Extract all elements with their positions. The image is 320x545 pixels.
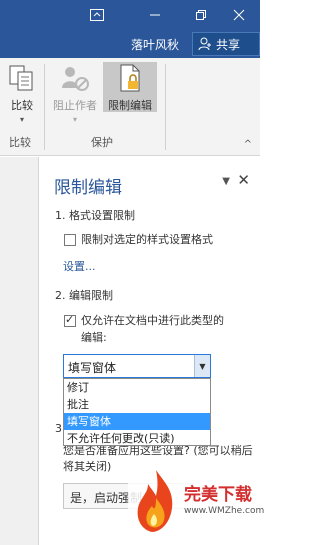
user-name[interactable]: 落叶风秋 xyxy=(131,36,179,53)
group-protect: 阻止作者 ▾ 限制编辑 保护 xyxy=(45,58,165,156)
compare-label: 比较 xyxy=(11,99,33,112)
pane-options-icon[interactable]: ▼ xyxy=(222,176,230,187)
block-authors-icon xyxy=(59,62,91,94)
edit-type-select[interactable]: 填写窗体 ▼ xyxy=(63,354,211,378)
group-label-compare: 比较 xyxy=(9,136,31,149)
section-start-number: 3 xyxy=(55,422,62,435)
edit-type-value: 填写窗体 xyxy=(68,361,117,375)
restore-icon[interactable] xyxy=(186,0,216,30)
section-format-title: 1. 格式设置限制 xyxy=(55,209,135,222)
minimize-icon[interactable] xyxy=(140,0,170,30)
close-icon[interactable] xyxy=(224,0,254,30)
pane-title: 限制编辑 xyxy=(54,178,122,198)
block-authors-button[interactable]: 阻止作者 ▾ xyxy=(53,62,97,124)
ribbon: 比较 ▾ 比较 阻止作者 ▾ 限制编辑 保护 ^ xyxy=(0,58,260,156)
option-filling-forms[interactable]: 填写窗体 xyxy=(64,413,210,430)
block-authors-dropdown-icon[interactable]: ▾ xyxy=(73,115,77,124)
flame-logo-icon xyxy=(137,470,173,532)
restrict-editing-icon xyxy=(114,62,146,94)
restrict-editing-label: 限制编辑 xyxy=(108,99,152,112)
dropdown-arrow-icon[interactable]: ▼ xyxy=(194,355,210,377)
watermark-brand: 完美下载 xyxy=(184,485,252,505)
watermark: 完美下载 www.WMZhe.com xyxy=(128,456,264,545)
share-label: 共享 xyxy=(216,37,241,52)
option-no-changes[interactable]: 不允许任何更改(只读) xyxy=(64,430,210,447)
group-compare: 比较 ▾ 比较 xyxy=(0,58,44,156)
edit-restriction-checkbox[interactable] xyxy=(64,313,76,327)
pane-close-icon[interactable]: ✕ xyxy=(237,171,250,189)
section-edit-title: 2. 编辑限制 xyxy=(55,289,113,302)
group-label-protect: 保护 xyxy=(91,136,113,149)
settings-link[interactable]: 设置... xyxy=(63,258,96,274)
compare-dropdown-icon[interactable]: ▾ xyxy=(20,115,24,124)
compare-icon xyxy=(6,62,38,94)
format-restriction-label: 限制对选定的样式设置格式 xyxy=(81,233,213,246)
edit-type-dropdown-list: 修订 批注 填写窗体 不允许任何更改(只读) xyxy=(63,378,211,446)
option-comments[interactable]: 批注 xyxy=(64,396,210,413)
user-add-icon xyxy=(198,37,211,51)
title-bar: 落叶风秋 共享 xyxy=(0,0,260,58)
ribbon-divider xyxy=(165,64,166,150)
option-track-changes[interactable]: 修订 xyxy=(64,379,210,396)
watermark-url: www.WMZhe.com xyxy=(184,506,265,516)
edit-restriction-label-line2: 编辑: xyxy=(81,331,107,344)
edit-restriction-label-line1: 仅允许在文档中进行此类型的 xyxy=(81,314,224,327)
block-authors-label: 阻止作者 xyxy=(53,99,97,112)
compare-button[interactable]: 比较 ▾ xyxy=(6,62,38,124)
ribbon-display-options-icon[interactable] xyxy=(82,0,112,30)
format-restriction-checkbox[interactable] xyxy=(64,234,76,246)
restrict-editing-button[interactable]: 限制编辑 xyxy=(103,62,157,112)
document-area[interactable] xyxy=(0,157,38,545)
share-button[interactable]: 共享 xyxy=(192,32,260,56)
collapse-ribbon-icon[interactable]: ^ xyxy=(244,139,252,150)
